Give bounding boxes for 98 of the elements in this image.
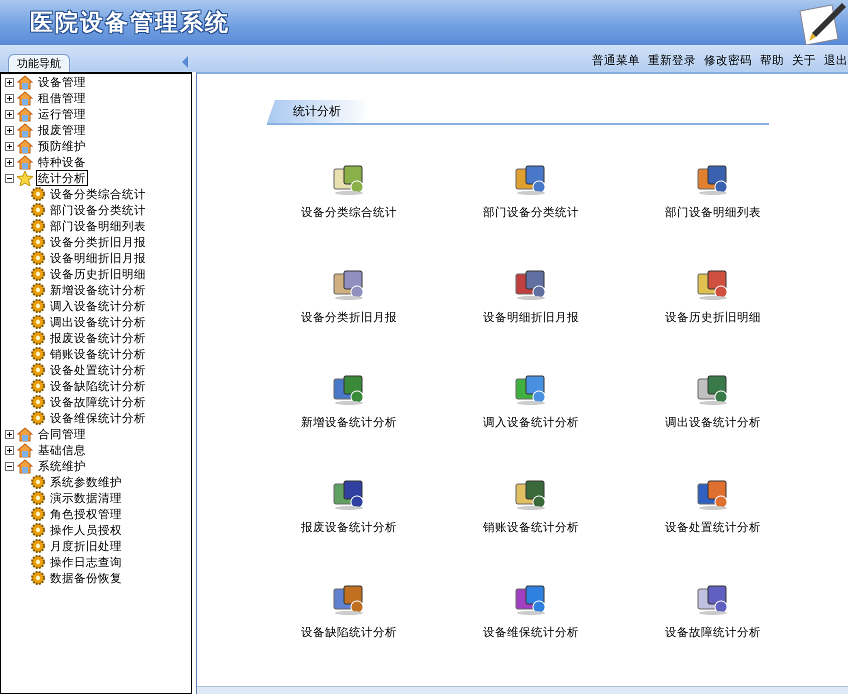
house-icon [17,442,33,458]
gear-icon [31,283,45,297]
gear-icon [31,299,45,313]
menu-link[interactable]: 关于 [792,53,816,68]
tree-item[interactable]: 部门设备分类统计 [48,202,148,218]
tree-item[interactable]: 月度折旧处理 [48,538,124,554]
gear-icon [31,331,45,345]
tree-item[interactable]: 设备处置统计分析 [48,362,148,378]
gear-icon [31,251,45,265]
gear-icon [31,555,45,569]
tree-item[interactable]: 系统维护 [36,458,88,474]
house-icon [17,138,33,154]
gear-icon [31,219,45,233]
tree-item[interactable]: 预防维护 [36,138,88,154]
expand-toggle[interactable] [5,142,14,150]
tree-item[interactable]: 合同管理 [36,426,88,442]
house-icon [17,426,33,442]
menu-link[interactable]: 重新登录 [648,53,696,68]
gear-icon [31,491,45,505]
tile-link[interactable]: 新增设备统计分析 [301,415,397,430]
tree-item[interactable]: 系统参数维护 [48,474,124,490]
tile-link[interactable]: 部门设备分类统计 [483,205,579,220]
tree-item[interactable]: 报废管理 [36,122,88,138]
tree-item[interactable]: 操作人员授权 [48,522,124,538]
tree-item[interactable]: 设备故障统计分析 [48,394,148,410]
gear-icon [31,187,45,201]
menu-link[interactable]: 退出 [824,53,848,68]
house-icon [17,154,33,170]
tree-item[interactable]: 设备历史折旧明细 [48,266,148,282]
expand-toggle[interactable] [5,110,14,118]
nav-tab[interactable]: 功能导航 [8,54,70,72]
tree-item[interactable]: 设备维保统计分析 [48,410,148,426]
tree-item[interactable]: 特种设备 [36,154,88,170]
menu-link[interactable]: 修改密码 [704,53,752,68]
gear-icon [31,267,45,281]
tile-link[interactable]: 设备处置统计分析 [665,520,761,535]
menu-link[interactable]: 帮助 [760,53,784,68]
gear-icon [31,235,45,249]
scrollbar[interactable] [197,686,848,694]
tile-link[interactable]: 设备故障统计分析 [665,625,761,640]
tile-link[interactable]: 销账设备统计分析 [483,520,579,535]
tree-item[interactable]: 运行管理 [36,106,88,122]
tree-item[interactable]: 租借管理 [36,90,88,106]
tile-link[interactable]: 设备历史折旧明细 [665,310,761,325]
tree-item[interactable]: 操作日志查询 [48,554,124,570]
tile-link[interactable]: 报废设备统计分析 [301,520,397,535]
tile-link[interactable]: 设备维保统计分析 [483,625,579,640]
expand-toggle[interactable] [5,446,14,454]
gear-icon [31,379,45,393]
expand-toggle[interactable] [5,78,14,86]
tree-item[interactable]: 销账设备统计分析 [48,346,148,362]
tile-link[interactable]: 设备分类综合统计 [301,205,397,220]
tile-link[interactable]: 部门设备明细列表 [665,205,761,220]
gear-icon [31,411,45,425]
tree-item[interactable]: 基础信息 [36,442,88,458]
house-icon [17,106,33,122]
gear-icon [31,395,45,409]
expand-toggle[interactable] [5,94,14,102]
gear-icon [31,347,45,361]
gear-icon [31,315,45,329]
house-icon [17,74,33,90]
tree-item[interactable]: 设备明细折旧月报 [48,250,148,266]
house-icon [17,122,33,138]
tree-item[interactable]: 报废设备统计分析 [48,330,148,346]
app-title: 医院设备管理系统 [30,8,230,38]
tree-item[interactable]: 设备分类综合统计 [48,186,148,202]
tree-item[interactable]: 演示数据清理 [48,490,124,506]
tile-link[interactable]: 调入设备统计分析 [483,415,579,430]
gear-icon [31,523,45,537]
star-icon [17,170,33,186]
tile-link[interactable]: 调出设备统计分析 [665,415,761,430]
expand-toggle[interactable] [5,158,14,166]
tree-item[interactable]: 调出设备统计分析 [48,314,148,330]
collapse-toggle[interactable] [5,462,14,470]
house-icon [17,458,33,474]
gear-icon [31,539,45,553]
gear-icon [31,203,45,217]
expand-toggle[interactable] [5,126,14,134]
gear-icon [31,475,45,489]
tile-link[interactable]: 设备缺陷统计分析 [301,625,397,640]
tile-link[interactable]: 设备明细折旧月报 [483,310,579,325]
tree-item[interactable]: 统计分析 [36,170,88,186]
tree-item[interactable]: 调入设备统计分析 [48,298,148,314]
expand-toggle[interactable] [5,430,14,438]
gear-icon [31,507,45,521]
tree-item[interactable]: 设备缺陷统计分析 [48,378,148,394]
gear-icon [31,571,45,585]
tile-link[interactable]: 设备分类折旧月报 [301,310,397,325]
menu-link[interactable]: 普通菜单 [592,53,640,68]
house-icon [17,90,33,106]
tree-item[interactable]: 设备管理 [36,74,88,90]
tree-item[interactable]: 新增设备统计分析 [48,282,148,298]
tree-item[interactable]: 设备分类折旧月报 [48,234,148,250]
gear-icon [31,363,45,377]
tree-item[interactable]: 部门设备明细列表 [48,218,148,234]
tree-item[interactable]: 数据备份恢复 [48,570,124,586]
tree-item[interactable]: 角色授权管理 [48,506,124,522]
collapse-toggle[interactable] [5,174,14,182]
